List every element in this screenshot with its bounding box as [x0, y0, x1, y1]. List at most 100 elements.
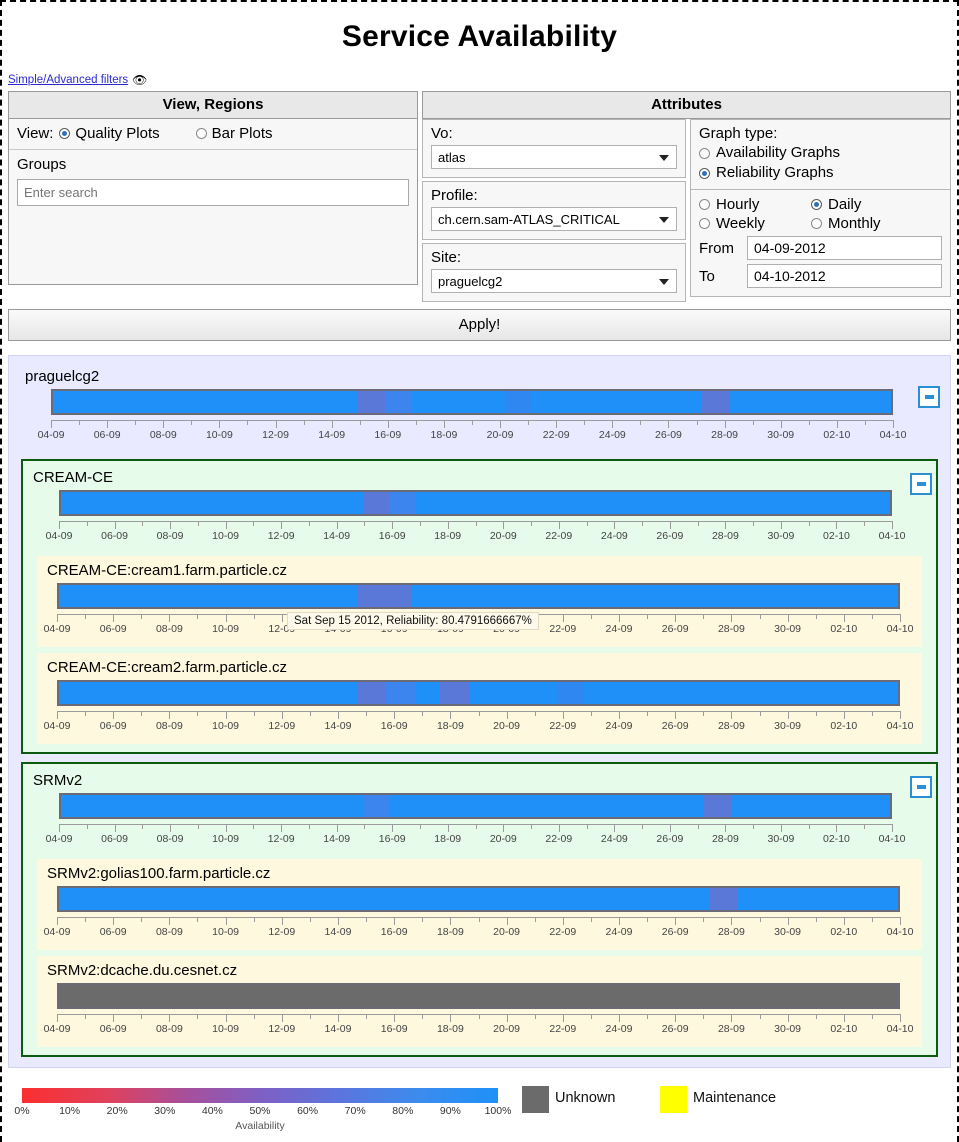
radio-quality-plots-dot[interactable]	[59, 128, 71, 139]
axis-tick-label: 20-09	[493, 720, 521, 732]
axis-tick-minor	[141, 711, 143, 716]
axis-tick-minor	[303, 420, 305, 425]
bar-segment[interactable]	[61, 492, 363, 514]
bar-segment[interactable]	[362, 795, 390, 817]
collapse-button[interactable]	[910, 776, 932, 798]
axis-tick	[169, 614, 171, 622]
radio-weekly-dot[interactable]	[699, 218, 710, 229]
axis-tick-minor	[703, 614, 705, 619]
legend-tick-label: 40%	[201, 1105, 223, 1117]
radio-reliability-graphs-dot[interactable]	[699, 167, 710, 179]
radio-daily-dot[interactable]	[811, 199, 822, 210]
bar-segment[interactable]	[439, 682, 471, 704]
eye-icon[interactable]: 👁	[132, 73, 147, 87]
bar-segment[interactable]	[389, 795, 704, 817]
legend-tick-label: 10%	[59, 1105, 81, 1117]
filters-toggle-row: Simple/Advanced filters 👁	[2, 54, 957, 89]
axis-tick-minor	[309, 1014, 311, 1019]
to-date-input[interactable]	[747, 264, 942, 288]
axis-tick-minor	[197, 917, 199, 922]
availability-bar[interactable]	[59, 490, 892, 516]
bar-segment[interactable]	[411, 585, 898, 607]
bar-segment[interactable]	[532, 391, 703, 413]
search-input[interactable]	[17, 179, 409, 206]
profile-value: ch.cern.sam-ATLAS_CRITICAL	[438, 212, 620, 227]
profile-select[interactable]: ch.cern.sam-ATLAS_CRITICAL	[431, 207, 677, 231]
bar-segment[interactable]	[61, 795, 363, 817]
bar-segment[interactable]	[389, 492, 416, 514]
bar-segment[interactable]	[558, 682, 584, 704]
radio-bar-plots[interactable]: Bar Plots	[195, 125, 272, 142]
radio-availability-graphs[interactable]: Availability Graphs	[699, 143, 942, 163]
bar-segment[interactable]	[703, 795, 731, 817]
bar-segment[interactable]	[730, 391, 891, 413]
availability-bar[interactable]	[57, 886, 900, 912]
bar-segment[interactable]	[702, 391, 731, 413]
axis-tick-minor	[703, 917, 705, 922]
axis-tick	[787, 917, 789, 925]
availability-bar[interactable]	[57, 983, 900, 1009]
axis-tick-minor	[759, 1014, 761, 1019]
radio-hourly[interactable]: Hourly	[699, 196, 803, 213]
bar-segment[interactable]	[505, 391, 533, 413]
collapse-button[interactable]	[918, 386, 940, 408]
axis-tick	[787, 1014, 789, 1022]
availability-bar[interactable]	[57, 583, 900, 609]
radio-bar-plots-dot[interactable]	[195, 128, 207, 139]
collapse-button[interactable]	[910, 473, 932, 495]
axis-tick-minor	[415, 420, 417, 425]
radio-quality-plots-label: Quality Plots	[75, 125, 160, 142]
bar-segment[interactable]	[736, 888, 898, 910]
radio-hourly-dot[interactable]	[699, 199, 710, 210]
radio-daily[interactable]: Daily	[811, 196, 915, 213]
axis-tick	[503, 824, 505, 832]
radio-reliability-graphs[interactable]: Reliability Graphs	[699, 163, 942, 183]
bar-segment[interactable]	[411, 391, 506, 413]
bar-segment[interactable]	[59, 985, 898, 1007]
bar-segment[interactable]	[470, 682, 559, 704]
axis-tick	[336, 824, 338, 832]
availability-bar[interactable]	[59, 793, 892, 819]
chevron-down-icon[interactable]	[659, 155, 669, 161]
vo-select[interactable]: atlas	[431, 145, 677, 169]
bar-segment[interactable]	[59, 585, 357, 607]
axis-tick-minor	[586, 824, 588, 829]
axis-tick-minor	[759, 711, 761, 716]
bar-segment[interactable]	[384, 391, 412, 413]
bar-segment[interactable]	[415, 682, 440, 704]
axis-tick-minor	[85, 711, 87, 716]
radio-availability-graphs-dot[interactable]	[699, 147, 710, 159]
bar-segment[interactable]	[59, 888, 710, 910]
site-select[interactable]: praguelcg2	[431, 269, 677, 293]
bar-segment[interactable]	[415, 492, 890, 514]
bar-segment[interactable]	[358, 391, 385, 413]
bar-segment[interactable]	[356, 585, 412, 607]
radio-monthly[interactable]: Monthly	[811, 215, 915, 232]
availability-bar[interactable]	[57, 680, 900, 706]
radio-weekly[interactable]: Weekly	[699, 215, 803, 232]
apply-button[interactable]: Apply!	[8, 309, 951, 341]
axis-tick	[675, 917, 677, 925]
axis-tick-label: 02-10	[830, 720, 858, 732]
bar-segment[interactable]	[386, 682, 416, 704]
simple-advanced-filters-link[interactable]: Simple/Advanced filters	[8, 74, 128, 86]
from-date-input[interactable]	[747, 236, 942, 260]
axis-tick-label: 02-10	[830, 926, 858, 938]
bar-segment[interactable]	[59, 682, 357, 704]
availability-bar[interactable]	[51, 389, 893, 415]
axis-tick-label: 04-10	[878, 833, 906, 845]
bar-segment[interactable]	[709, 888, 737, 910]
bar-segment[interactable]	[583, 682, 898, 704]
axis-tick-label: 24-09	[605, 1023, 633, 1035]
bar-segment[interactable]	[53, 391, 359, 413]
radio-quality-plots[interactable]: Quality Plots	[59, 125, 160, 142]
axis-tick-minor	[640, 420, 642, 425]
chevron-down-icon[interactable]	[659, 279, 669, 285]
radio-monthly-dot[interactable]	[811, 218, 822, 229]
bar-segment[interactable]	[356, 682, 387, 704]
legend-tick-label: 80%	[392, 1105, 414, 1117]
bar-segment[interactable]	[730, 795, 890, 817]
chevron-down-icon[interactable]	[659, 217, 669, 223]
axis-tick-minor	[191, 420, 193, 425]
bar-segment[interactable]	[362, 492, 390, 514]
